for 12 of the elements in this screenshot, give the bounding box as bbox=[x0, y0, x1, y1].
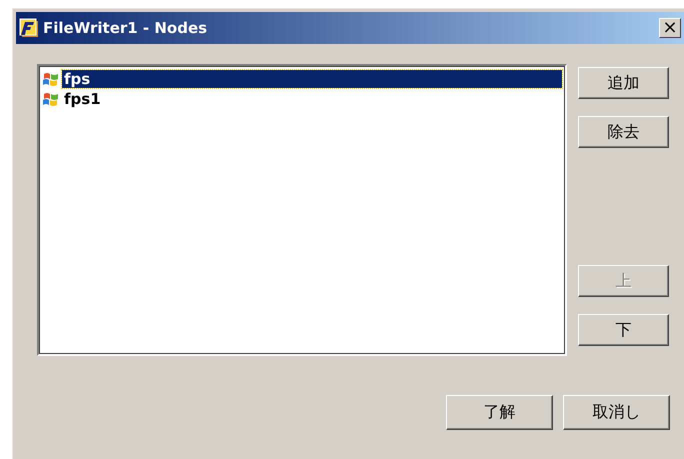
node-label: fps1 bbox=[63, 90, 102, 108]
window-title: FileWriter1 - Nodes bbox=[43, 19, 208, 37]
app-logo-icon bbox=[19, 18, 39, 38]
windows-flag-icon bbox=[42, 71, 60, 87]
list-item[interactable]: fps1 bbox=[42, 89, 562, 109]
dialog-button[interactable]: 取消し bbox=[563, 395, 670, 430]
side-button[interactable]: 追加 bbox=[578, 67, 669, 99]
close-button[interactable]: × bbox=[659, 18, 681, 38]
side-button[interactable]: 下 bbox=[578, 314, 669, 346]
windows-flag-icon bbox=[42, 91, 60, 107]
dialog-button[interactable]: 了解 bbox=[446, 395, 553, 430]
side-button[interactable]: 除去 bbox=[578, 116, 669, 148]
